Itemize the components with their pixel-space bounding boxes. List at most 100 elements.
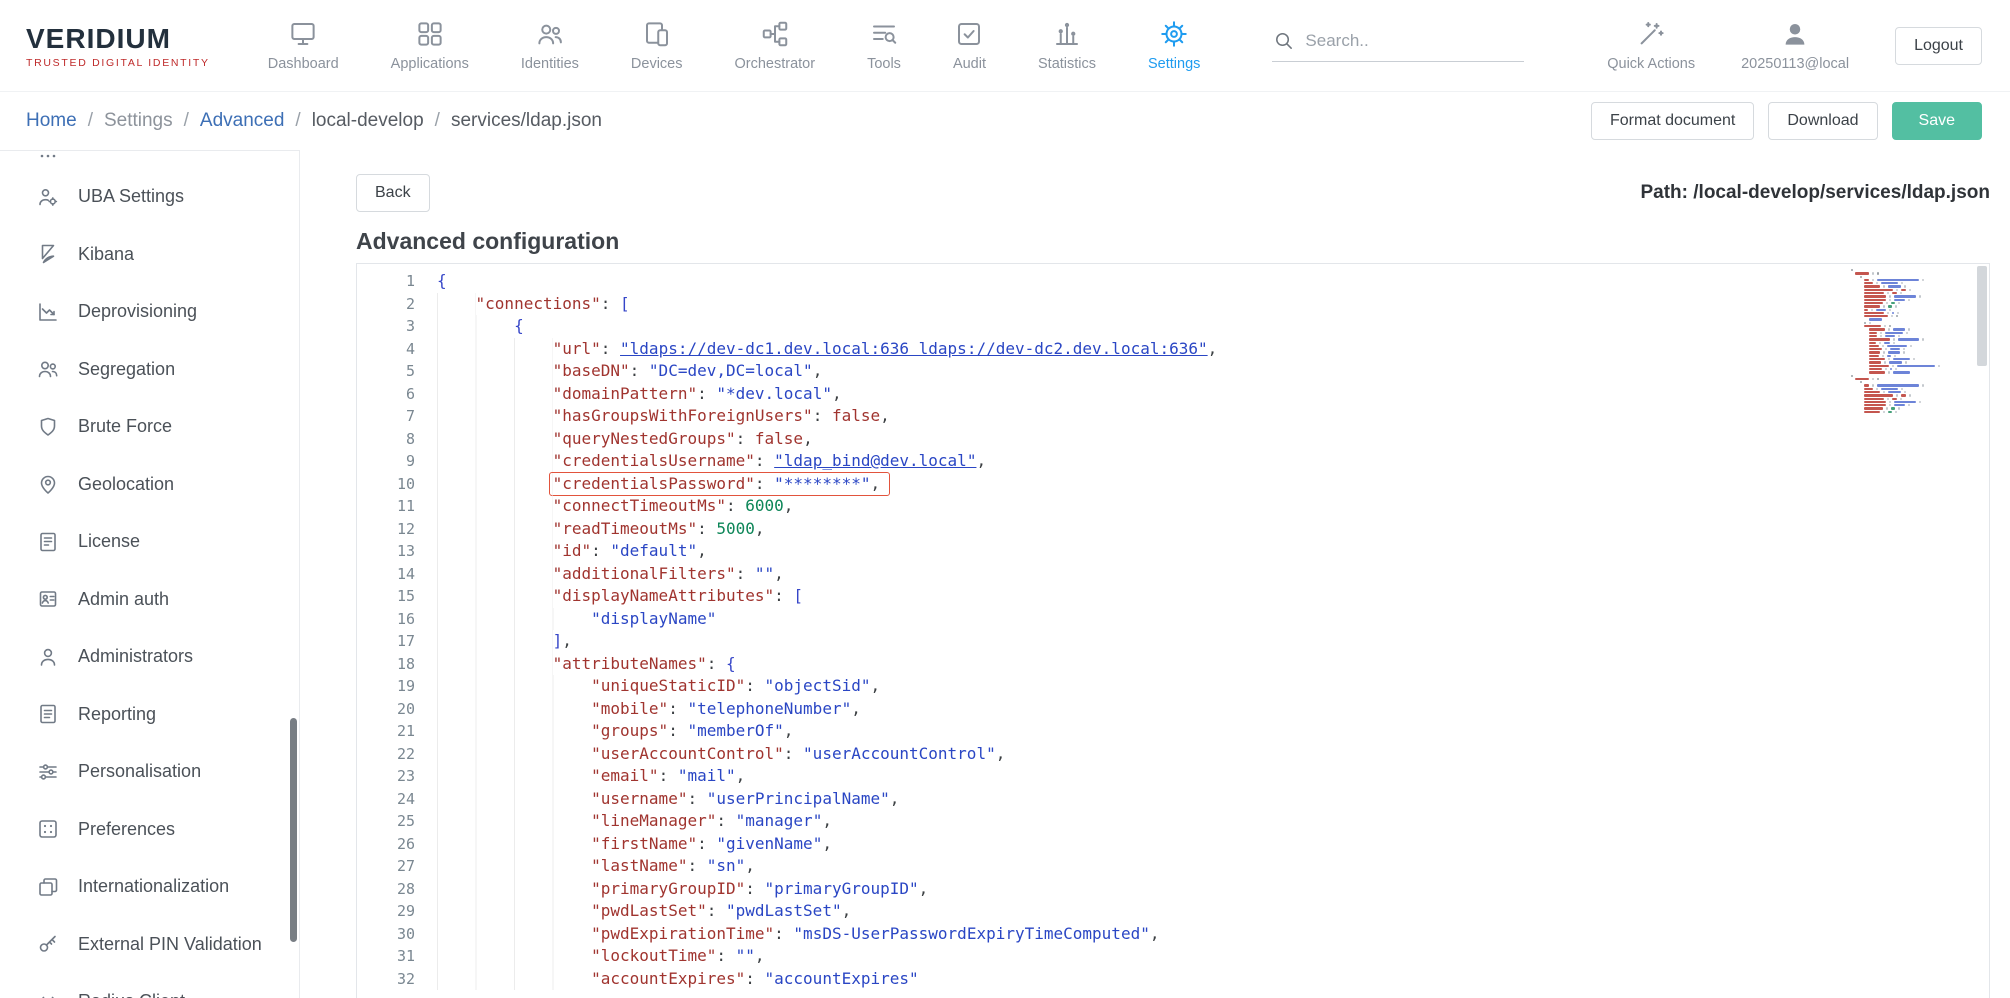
code-line: 21"groups": "memberOf", (357, 720, 1989, 743)
minimap-line (1851, 411, 1963, 413)
minimap-line (1851, 394, 1963, 396)
save-button[interactable]: Save (1892, 102, 1982, 140)
monitor-icon (288, 19, 318, 49)
sidebar-item-internationalization[interactable]: Internationalization (0, 858, 299, 916)
nav-item-dashboard[interactable]: Dashboard (268, 19, 339, 72)
nav-item-tools[interactable]: Tools (867, 19, 901, 72)
download-button[interactable]: Download (1768, 102, 1877, 140)
sidebar-item-radius-client[interactable]: Radius Client (0, 973, 299, 998)
nav-item-audit[interactable]: Audit (953, 19, 986, 72)
code-area[interactable]: 1{2"connections": [3{4"url": "ldaps://de… (357, 264, 1989, 990)
sidebar-item-administrators[interactable]: Administrators (0, 628, 299, 686)
gear-icon (1159, 19, 1189, 49)
sidebar-item-personalisation[interactable]: Personalisation (0, 743, 299, 801)
main-nav: Dashboard Applications Identities Devices Or… (268, 19, 1201, 72)
minimap-line (1851, 279, 1963, 281)
code-line: 4"url": "ldaps://dev-dc1.dev.local:636 l… (357, 338, 1989, 361)
veridium-logo[interactable]: VERIDIUM TRUSTED DIGITAL IDENTITY (26, 23, 210, 69)
nav-item-settings[interactable]: Settings (1148, 19, 1200, 72)
user-menu[interactable]: 20250113@local (1741, 19, 1849, 72)
layers-icon (36, 875, 60, 899)
sidebar-scrollbar-thumb[interactable] (290, 718, 297, 942)
breadcrumb-segment-advanced[interactable]: Advanced (200, 110, 285, 132)
indent-guide (437, 405, 553, 428)
sidebar-item-kibana[interactable]: Kibana (0, 226, 299, 284)
quick-actions-button[interactable]: Quick Actions (1607, 19, 1695, 72)
sidebar-item-license[interactable]: License (0, 513, 299, 571)
sidebar-item-label: External PIN Validation (78, 934, 262, 955)
devices-icon (642, 19, 672, 49)
back-button[interactable]: Back (356, 174, 430, 212)
sidebar-item-uba-settings[interactable]: UBA Settings (0, 168, 299, 226)
nav-item-devices[interactable]: Devices (631, 19, 683, 72)
sidebar-item-geolocation[interactable]: Geolocation (0, 456, 299, 514)
sidebar-item-brute-force[interactable]: Brute Force (0, 398, 299, 456)
editor-scrollbar[interactable] (1975, 264, 1989, 998)
sidebar-item-deprovisioning[interactable]: Deprovisioning (0, 283, 299, 341)
line-number: 28 (357, 878, 415, 901)
nav-item-identities[interactable]: Identities (521, 19, 579, 72)
minimap-line (1851, 289, 1963, 291)
indent-guide (437, 630, 553, 653)
indent-guide (437, 878, 591, 901)
breadcrumb-segment-home[interactable]: Home (26, 110, 77, 132)
minimap-line (1851, 407, 1963, 409)
code-line: 11"connectTimeoutMs": 6000, (357, 495, 1989, 518)
line-number: 21 (357, 720, 415, 743)
line-number: 10 (357, 473, 415, 496)
line-number: 22 (357, 743, 415, 766)
code-line: 8"queryNestedGroups": false, (357, 428, 1989, 451)
nav-item-applications[interactable]: Applications (391, 19, 469, 72)
sidebar-item-preferences[interactable]: Preferences (0, 801, 299, 859)
sidebar-item-admin-auth[interactable]: Admin auth (0, 571, 299, 629)
indent-guide (437, 473, 553, 496)
indent-guide (437, 855, 591, 878)
sidebar-item-more[interactable] (0, 151, 299, 168)
indent-guide (437, 293, 476, 316)
line-number: 18 (357, 653, 415, 676)
nav-item-statistics[interactable]: Statistics (1038, 19, 1096, 72)
indent-guide (437, 743, 591, 766)
search-input[interactable] (1305, 31, 1495, 51)
line-number: 25 (357, 810, 415, 833)
global-search[interactable] (1272, 29, 1524, 62)
sidebar-item-reporting[interactable]: Reporting (0, 686, 299, 744)
breadcrumb-separator: / (295, 110, 300, 132)
code-line: 13"id": "default", (357, 540, 1989, 563)
breadcrumb: Home/Settings/Advanced/local-develop/ser… (26, 110, 602, 132)
veridium-admin-app: VERIDIUM TRUSTED DIGITAL IDENTITY Dashbo… (0, 0, 2010, 998)
sidebar-item-segregation[interactable]: Segregation (0, 341, 299, 399)
lock-card-icon (36, 587, 60, 611)
pin-icon (36, 472, 60, 496)
indent-guide (437, 900, 591, 923)
code-line: 17], (357, 630, 1989, 653)
line-number: 14 (357, 563, 415, 586)
report-icon (36, 702, 60, 726)
indent-guide (437, 653, 553, 676)
minimap-line (1851, 282, 1963, 284)
tools-icon (869, 19, 899, 49)
line-number: 20 (357, 698, 415, 721)
minimap-line (1851, 315, 1963, 317)
breadcrumb-segment-services-ldap-json: services/ldap.json (451, 110, 602, 132)
minimap-line (1851, 378, 1963, 380)
sidebar-items: UBA SettingsKibanaDeprovisioningSegregat… (0, 151, 299, 998)
json-editor[interactable]: 1{2"connections": [3{4"url": "ldaps://de… (356, 263, 1990, 998)
sidebar-item-external-pin-validation[interactable]: External PIN Validation (0, 916, 299, 974)
line-number: 29 (357, 900, 415, 923)
line-number: 31 (357, 945, 415, 968)
file-path-label: Path: /local-develop/services/ldap.json (1640, 182, 1990, 204)
sidebar-item-label: Radius Client (78, 991, 185, 998)
nav-item-label: Orchestrator (734, 56, 815, 72)
minimap-line (1851, 355, 1963, 357)
chart-down-icon (36, 300, 60, 324)
format-document-button[interactable]: Format document (1591, 102, 1754, 140)
code-line: 20"mobile": "telephoneNumber", (357, 698, 1989, 721)
nav-item-orchestrator[interactable]: Orchestrator (734, 19, 815, 72)
code-line: 30"pwdExpirationTime": "msDS-UserPasswor… (357, 923, 1989, 946)
people-icon (36, 357, 60, 381)
logout-button[interactable]: Logout (1895, 27, 1982, 65)
indent-guide (437, 968, 591, 991)
editor-scrollbar-thumb[interactable] (1977, 266, 1987, 366)
editor-minimap[interactable] (1851, 269, 1963, 414)
